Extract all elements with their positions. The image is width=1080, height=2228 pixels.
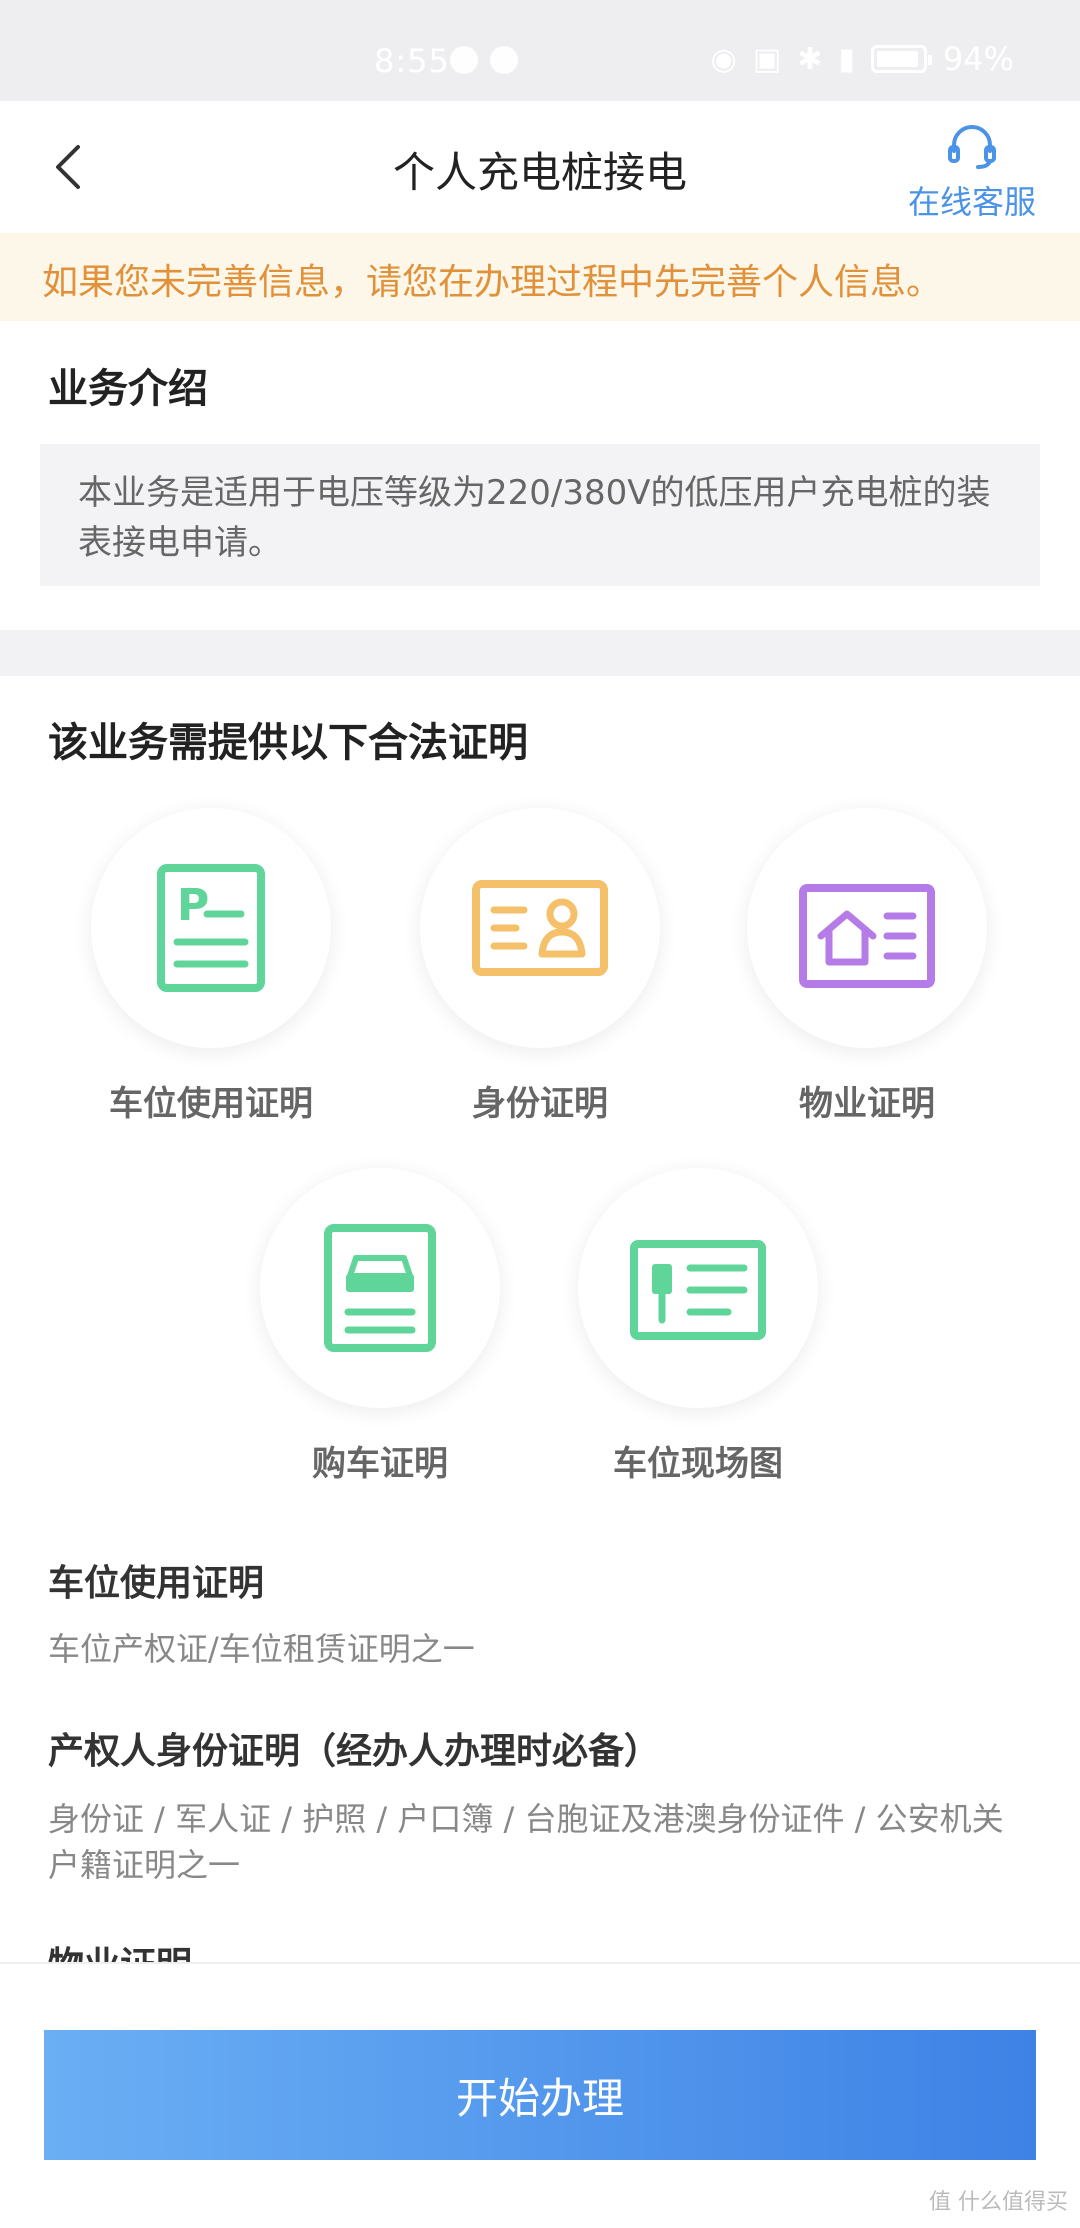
cert-parking-photo[interactable]: 车位现场图 <box>573 1168 823 1485</box>
eye-icon: ◉ <box>710 41 737 77</box>
svg-text:P: P <box>177 880 209 931</box>
headset-icon <box>944 125 1000 175</box>
cert-identity[interactable]: 身份证明 <box>415 808 665 1125</box>
notice-text: 如果您未完善信息，请您在办理过程中先完善个人信息。 <box>42 262 943 303</box>
car-document-icon <box>324 1224 436 1352</box>
status-time: 8:55 <box>374 42 450 80</box>
status-system-icons: ◉ ▣ ✱ ▮ 94% <box>711 40 1014 78</box>
property-card-icon <box>799 884 935 988</box>
section-divider <box>0 630 1080 676</box>
detail-heading: 产权人身份证明（经办人办理时必备） <box>48 1731 661 1772</box>
signal-icon: ▮ <box>838 41 855 77</box>
parking-document-icon: P <box>157 864 265 992</box>
detail-desc: 身份证 / 军人证 / 护照 / 户口簿 / 台胞证及港澳身份证件 / 公安机关… <box>48 1800 1004 1884</box>
watermark: 值 什么值得买 <box>929 2190 1068 2215</box>
cert-label: 物业证明 <box>799 1084 935 1124</box>
status-bar: 8:55 ◉ ▣ ✱ ▮ 94% <box>0 0 1080 101</box>
cert-property[interactable]: 物业证明 <box>742 808 992 1125</box>
nfc-icon: ▣ <box>752 41 782 77</box>
start-button[interactable]: 开始办理 <box>44 2030 1036 2160</box>
battery-percent: 94% <box>942 40 1014 78</box>
online-service-label: 在线客服 <box>907 183 1036 221</box>
notification-icon <box>450 46 478 74</box>
intro-title: 业务介绍 <box>48 366 208 412</box>
cert-parking-use[interactable]: P 车位使用证明 <box>86 808 336 1125</box>
intro-box: 本业务是适用于电压等级为220/380V的低压用户充电桩的装表接电申请。 <box>40 444 1040 586</box>
detail-heading: 车位使用证明 <box>48 1563 265 1604</box>
cert-label: 车位现场图 <box>613 1444 783 1484</box>
app-header: 个人充电桩接电 在线客服 <box>0 101 1080 233</box>
cert-label: 购车证明 <box>312 1444 448 1484</box>
charging-station-card-icon <box>630 1240 766 1340</box>
cert-label: 车位使用证明 <box>109 1084 313 1124</box>
cert-label: 身份证明 <box>472 1084 608 1124</box>
status-notification-icons <box>450 46 518 74</box>
bottom-action-bar: 开始办理 值 什么值得买 <box>0 1962 1080 2228</box>
notice-banner: 如果您未完善信息，请您在办理过程中先完善个人信息。 <box>0 233 1080 321</box>
cert-car-purchase[interactable]: 购车证明 <box>255 1168 505 1485</box>
detail-desc: 车位产权证/车位租赁证明之一 <box>48 1630 475 1668</box>
bluetooth-icon: ✱ <box>797 41 823 77</box>
online-service-button[interactable]: 在线客服 <box>902 121 1042 223</box>
intro-text: 本业务是适用于电压等级为220/380V的低压用户充电桩的装表接电申请。 <box>78 473 991 563</box>
certs-title: 该业务需提供以下合法证明 <box>48 720 528 766</box>
battery-icon <box>870 45 932 73</box>
id-card-icon <box>472 880 608 976</box>
notification-icon <box>490 46 518 74</box>
